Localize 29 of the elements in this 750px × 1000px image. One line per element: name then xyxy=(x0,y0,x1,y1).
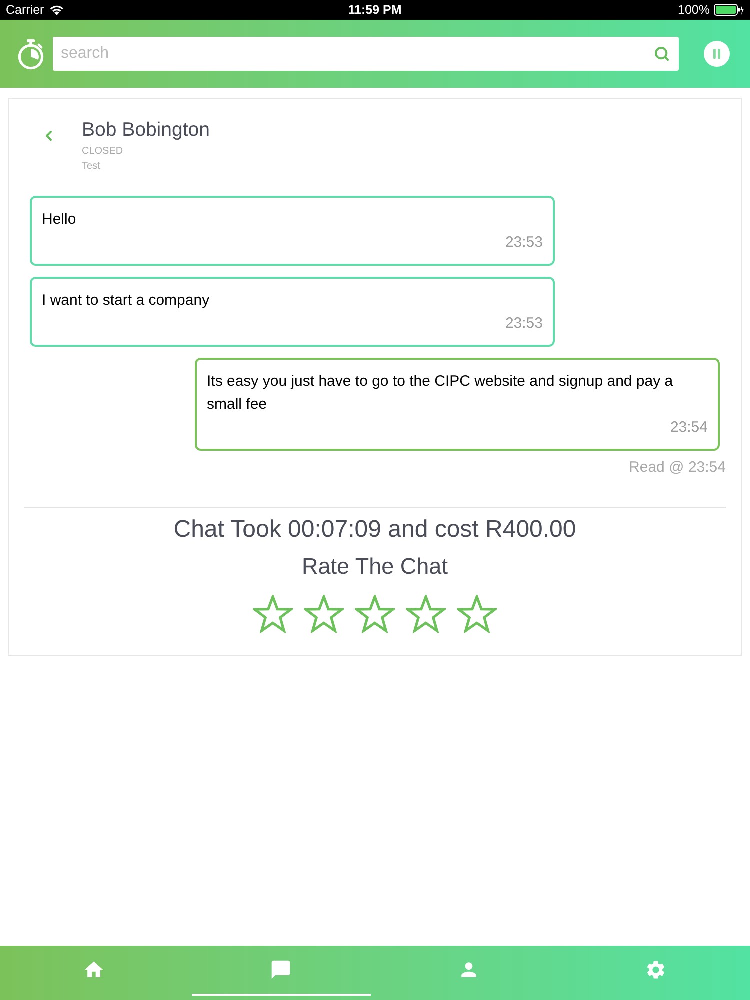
star-rating[interactable] xyxy=(253,595,497,633)
star-icon[interactable] xyxy=(406,595,446,633)
battery-charging-icon xyxy=(714,4,744,16)
pause-icon[interactable] xyxy=(704,41,730,67)
message-time: 23:53 xyxy=(505,314,543,334)
search-icon[interactable] xyxy=(654,46,670,62)
battery-percent: 100% xyxy=(678,2,710,19)
star-icon[interactable] xyxy=(457,595,497,633)
message-text: I want to start a company xyxy=(42,291,211,311)
message-time: 23:54 xyxy=(670,418,708,438)
chat-subject: Test xyxy=(82,160,102,174)
chat-icon xyxy=(270,959,292,981)
wifi-icon xyxy=(49,4,66,16)
star-icon[interactable] xyxy=(304,595,344,633)
message-time: 23:53 xyxy=(505,233,543,253)
search-field[interactable]: search xyxy=(53,37,679,71)
chat-summary: Chat Took 00:07:09 and cost R400.00 xyxy=(174,515,576,545)
clock-time: 11:59 PM xyxy=(348,2,402,19)
rate-label: Rate The Chat xyxy=(302,553,448,581)
carrier-label: Carrier xyxy=(6,2,44,19)
stopwatch-icon[interactable] xyxy=(17,38,45,70)
contact-name: Bob Bobington xyxy=(82,118,210,142)
message-text: Hello xyxy=(42,210,78,230)
message-text: Its easy you just have to go to the CIPC website and signup and pay a small fee xyxy=(207,372,674,415)
star-icon[interactable] xyxy=(355,595,395,633)
read-receipt: Read @ 23:54 xyxy=(629,458,726,478)
chat-status: CLOSED xyxy=(82,145,124,159)
star-icon[interactable] xyxy=(253,595,293,633)
settings-icon xyxy=(645,959,668,981)
